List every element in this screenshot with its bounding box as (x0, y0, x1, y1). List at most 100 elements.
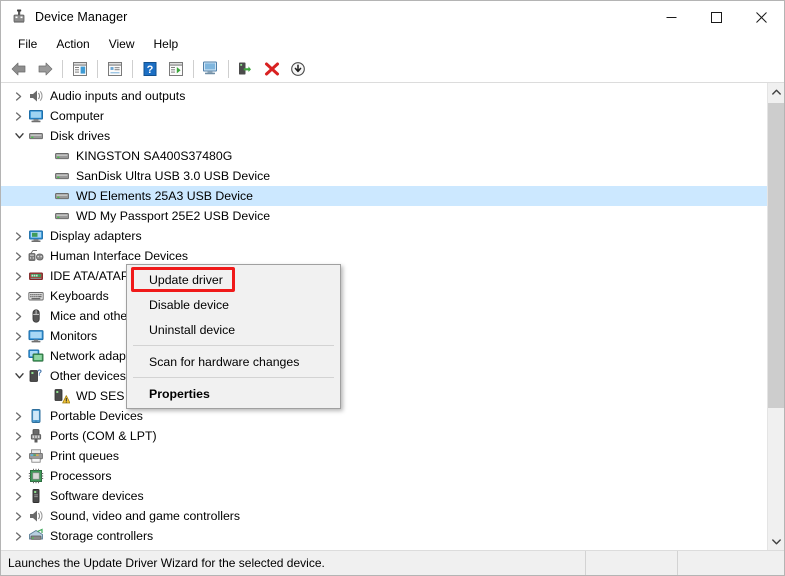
tree-row[interactable]: IDE ATA/ATAPI controllers (1, 266, 767, 286)
chevron-right-icon[interactable] (11, 271, 27, 281)
tree-row-label: Audio inputs and outputs (50, 89, 186, 103)
tree-row-label: WD Elements 25A3 USB Device (76, 189, 254, 203)
back-arrow-icon[interactable] (6, 57, 32, 81)
menu-action[interactable]: Action (47, 35, 98, 54)
tree-row[interactable]: Network adapters (1, 346, 767, 366)
device-manager-window: Device Manager File Action View Help ? A… (0, 0, 785, 576)
tree-row-label: Sound, video and game controllers (50, 509, 241, 523)
tree-row[interactable]: Monitors (1, 326, 767, 346)
ctx-update-driver[interactable]: Update driver (127, 267, 340, 292)
uninstall-device-icon[interactable] (259, 57, 285, 81)
tree-row-label: KINGSTON SA400S37480G (76, 149, 233, 163)
tree-row[interactable]: WD My Passport 25E2 USB Device (1, 206, 767, 226)
disk-drive-icon (27, 128, 45, 144)
tree-row-label: Storage controllers (50, 529, 154, 543)
tree-row[interactable]: Disk drives (1, 126, 767, 146)
tree-row[interactable]: WD SES Device USB Device (1, 386, 767, 406)
ctx-properties[interactable]: Properties (127, 381, 340, 406)
scan-hardware-changes-icon[interactable] (198, 57, 224, 81)
view-icon[interactable] (163, 57, 189, 81)
chevron-right-icon[interactable] (11, 111, 27, 121)
computer-icon (27, 108, 45, 124)
processor-icon (27, 468, 45, 484)
tree-row[interactable]: WD Elements 25A3 USB Device (1, 186, 767, 206)
tree-row[interactable]: Display adapters (1, 226, 767, 246)
context-menu-separator (133, 377, 334, 378)
toolbar-separator (97, 59, 98, 78)
tree-row[interactable]: Processors (1, 466, 767, 486)
chevron-right-icon[interactable] (11, 251, 27, 261)
chevron-right-icon[interactable] (11, 351, 27, 361)
scroll-up-button[interactable] (768, 83, 784, 100)
ctx-uninstall-device[interactable]: Uninstall device (127, 317, 340, 342)
tree-row-label: SanDisk Ultra USB 3.0 USB Device (76, 169, 271, 183)
tree-row[interactable]: Print queues (1, 446, 767, 466)
forward-arrow-icon[interactable] (32, 57, 58, 81)
tree-row-label: Disk drives (50, 129, 111, 143)
device-tree[interactable]: Audio inputs and outputs Computer Disk dri… (1, 83, 767, 550)
vertical-scrollbar[interactable] (767, 83, 784, 550)
tree-row[interactable]: Computer (1, 106, 767, 126)
chevron-right-icon[interactable] (11, 291, 27, 301)
context-menu-separator (133, 345, 334, 346)
resize-grip[interactable] (770, 551, 784, 575)
chevron-right-icon[interactable] (11, 491, 27, 501)
chevron-right-icon[interactable] (11, 331, 27, 341)
menu-bar: File Action View Help (1, 33, 784, 55)
chevron-right-icon[interactable] (11, 531, 27, 541)
properties-icon[interactable] (102, 57, 128, 81)
tree-row[interactable]: KINGSTON SA400S37480G (1, 146, 767, 166)
tree-row[interactable]: Mice and other pointing devices (1, 306, 767, 326)
chevron-right-icon[interactable] (11, 431, 27, 441)
menu-help[interactable]: Help (145, 35, 188, 54)
tree-row-label: WD My Passport 25E2 USB Device (76, 209, 271, 223)
tree-row-label: Software devices (50, 489, 144, 503)
chevron-down-icon[interactable] (11, 132, 27, 140)
tree-row[interactable]: Software devices (1, 486, 767, 506)
menu-view[interactable]: View (100, 35, 144, 54)
update-driver-icon[interactable] (233, 57, 259, 81)
close-button[interactable] (739, 1, 784, 33)
chevron-right-icon[interactable] (11, 471, 27, 481)
disk-drive-icon (53, 208, 71, 224)
tree-row[interactable]: Keyboards (1, 286, 767, 306)
toolbar-separator (193, 59, 194, 78)
tree-row[interactable]: Audio inputs and outputs (1, 86, 767, 106)
tree-row-label: Computer (50, 109, 104, 123)
chevron-right-icon[interactable] (11, 451, 27, 461)
scrollbar-track[interactable] (768, 100, 784, 533)
ctx-disable-device[interactable]: Disable device (127, 292, 340, 317)
tree-row[interactable]: Human Interface Devices (1, 246, 767, 266)
chevron-right-icon[interactable] (11, 91, 27, 101)
svg-text:?: ? (37, 368, 42, 377)
toolbar-separator (132, 59, 133, 78)
chevron-right-icon[interactable] (11, 411, 27, 421)
scroll-down-button[interactable] (768, 533, 784, 550)
tree-row-label: Portable Devices (50, 409, 143, 423)
chevron-down-icon[interactable] (11, 372, 27, 380)
tree-row[interactable]: System devices (1, 546, 767, 550)
maximize-button[interactable] (694, 1, 739, 33)
context-menu[interactable]: Update driver Disable device Uninstall d… (126, 264, 341, 409)
tree-row[interactable]: Ports (COM & LPT) (1, 426, 767, 446)
ctx-scan-hardware-changes[interactable]: Scan for hardware changes (127, 349, 340, 374)
tree-row-label: Ports (COM & LPT) (50, 429, 157, 443)
minimize-button[interactable] (649, 1, 694, 33)
menu-file[interactable]: File (9, 35, 46, 54)
tree-row[interactable]: ? Other devices (1, 366, 767, 386)
show-hide-console-tree-icon[interactable] (67, 57, 93, 81)
chevron-right-icon[interactable] (11, 231, 27, 241)
scrollbar-thumb[interactable] (768, 103, 784, 408)
help-icon[interactable]: ? (137, 57, 163, 81)
toolbar: ? (1, 55, 784, 83)
keyboard-icon (27, 288, 45, 304)
tree-row[interactable]: Storage controllers (1, 526, 767, 546)
tree-row[interactable]: SanDisk Ultra USB 3.0 USB Device (1, 166, 767, 186)
chevron-right-icon[interactable] (11, 311, 27, 321)
tree-row[interactable]: Sound, video and game controllers (1, 506, 767, 526)
disable-device-icon[interactable] (285, 57, 311, 81)
portable-device-icon (27, 408, 45, 424)
speaker-icon (27, 508, 45, 524)
tree-row[interactable]: Portable Devices (1, 406, 767, 426)
chevron-right-icon[interactable] (11, 511, 27, 521)
